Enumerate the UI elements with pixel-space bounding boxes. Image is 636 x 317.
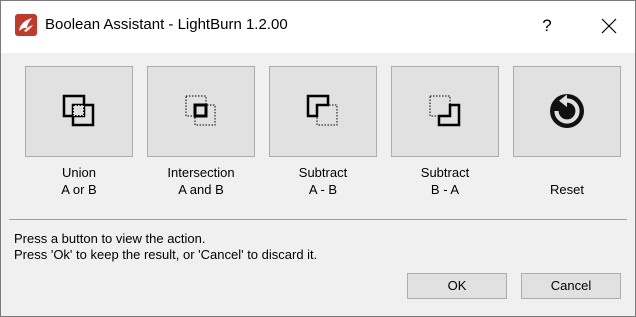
subtract-b-a-label-line1: Subtract [420,165,470,180]
cancel-button[interactable]: Cancel [521,273,621,299]
window-title: Boolean Assistant - LightBurn 1.2.00 [45,16,288,33]
subtract-a-b-icon [306,94,338,126]
union-label-line2: A or B [61,182,97,197]
title-bar[interactable]: Boolean Assistant - LightBurn 1.2.00 ? [1,1,635,53]
reset-icon [550,94,584,128]
intersection-label-line2: A and B [178,182,224,197]
status-line-1: Press a button to view the action. [14,231,206,246]
subtract-b-a-button[interactable] [391,66,499,157]
subtract-b-a-label-line2: B - A [430,182,460,197]
close-icon[interactable] [591,9,627,43]
lightburn-app-icon [15,14,37,36]
union-label: Union A or B [20,164,138,198]
subtract-b-a-icon [429,95,461,127]
union-label-line1: Union [62,165,96,180]
subtract-a-b-label: Subtract A - B [264,164,382,198]
intersection-icon [185,95,216,126]
status-line-2: Press 'Ok' to keep the result, or 'Cance… [14,247,318,262]
ok-button[interactable]: OK [407,273,507,299]
intersection-label: Intersection A and B [142,164,260,198]
intersection-label-line1: Intersection [167,165,235,180]
subtract-b-a-label: Subtract B - A [386,164,504,198]
help-button[interactable]: ? [529,9,565,43]
reset-label: Reset [508,181,626,198]
union-button[interactable] [25,66,133,157]
separator [9,219,627,220]
intersection-button[interactable] [147,66,255,157]
reset-button[interactable] [513,66,621,157]
union-icon [62,94,95,127]
subtract-a-b-button[interactable] [269,66,377,157]
subtract-a-b-label-line1: Subtract [298,165,348,180]
reset-label-line1: Reset [550,182,584,197]
subtract-a-b-label-line2: A - B [308,182,338,197]
boolean-assistant-window: Boolean Assistant - LightBurn 1.2.00 ? U… [0,0,636,317]
